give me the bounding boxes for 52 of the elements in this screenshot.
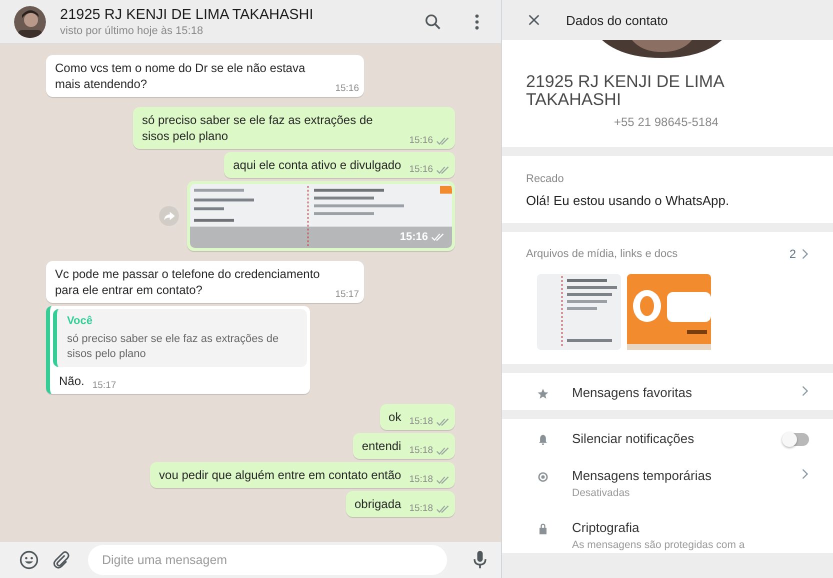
about-text: Olá! Eu estou usando o WhatsApp.	[526, 193, 730, 208]
message-time: 15:18	[409, 445, 433, 457]
message-time: 15:16	[335, 83, 359, 95]
emoji-icon[interactable]	[18, 549, 40, 571]
row-sublabel: As mensagens são protegidas com a	[572, 539, 746, 551]
row-sublabel: Desativadas	[572, 487, 631, 499]
message-text: Não.	[59, 373, 84, 389]
message-time: 15:17	[92, 380, 116, 392]
row-label: Mensagens favoritas	[572, 385, 693, 400]
chevron-right-icon[interactable]	[801, 248, 809, 260]
close-icon[interactable]	[526, 12, 542, 28]
settings-row[interactable]: Criptografia As mensagens são protegidas com a	[502, 508, 833, 553]
message-text: ok	[388, 409, 402, 425]
message-time: 15:16	[409, 135, 433, 147]
bell-icon	[536, 433, 550, 447]
section-label: Arquivos de mídia, links e docs	[526, 248, 679, 260]
message-time: 15:16	[400, 230, 428, 245]
phone-number: +55 21 98645-5184	[613, 115, 720, 129]
contact-name: 21925 RJ KENJI DE LIMA TAKAHASHI	[526, 73, 726, 109]
timer-icon	[536, 470, 550, 484]
message-time: 15:18	[409, 503, 433, 515]
section-label: Recado	[526, 173, 565, 185]
row-label: Mensagens temporárias	[572, 468, 712, 483]
chevron-right-icon	[801, 385, 809, 397]
message-time: 15:16	[409, 164, 433, 176]
contact-name: 21925 RJ KENJI DE LIMA TAKAHASHI	[60, 6, 314, 22]
last-seen: visto por último hoje às 15:18	[60, 24, 204, 36]
message-input[interactable]: Digite uma mensagem	[88, 545, 447, 575]
settings-row[interactable]: Mensagens favoritas	[502, 373, 833, 410]
message-text: só preciso saber se ele faz as extrações de sisos pelo plano	[142, 112, 374, 144]
message-time: 15:18	[409, 474, 433, 486]
quote-author: Você	[67, 314, 94, 329]
star-icon	[536, 387, 550, 401]
quoted-message[interactable]: Você só preciso saber se ele faz as extrações de sisos pelo plano	[53, 309, 307, 367]
message-text: obrigada	[354, 496, 402, 512]
search-icon[interactable]	[423, 12, 443, 32]
settings-row[interactable]: Silenciar notificações	[502, 419, 833, 456]
message-text: aqui ele conta ativo e divulgado	[233, 157, 402, 173]
message-time: 15:17	[335, 289, 359, 301]
media-count[interactable]: 2	[789, 247, 796, 261]
row-label: Criptografia	[572, 520, 640, 535]
message-time: 15:18	[409, 416, 433, 428]
chevron-right-icon	[801, 468, 809, 480]
message-text: entendi	[362, 438, 402, 454]
panel-title: Dados do contato	[566, 12, 668, 28]
message-text: vou pedir que alguém entre em contato então	[159, 467, 402, 483]
message-text: Vc pode me passar o telefone do credenciamento para ele entrar em contato?	[55, 266, 321, 298]
message-text: Como vcs tem o nome do Dr se ele não estava mais atendendo?	[55, 60, 306, 92]
settings-row[interactable]: Mensagens temporárias Desativadas	[502, 456, 833, 508]
toggle-switch[interactable]	[783, 433, 809, 446]
row-label: Silenciar notificações	[572, 431, 696, 446]
quote-text: só preciso saber se ele faz as extrações de sisos pelo plano	[67, 332, 280, 362]
